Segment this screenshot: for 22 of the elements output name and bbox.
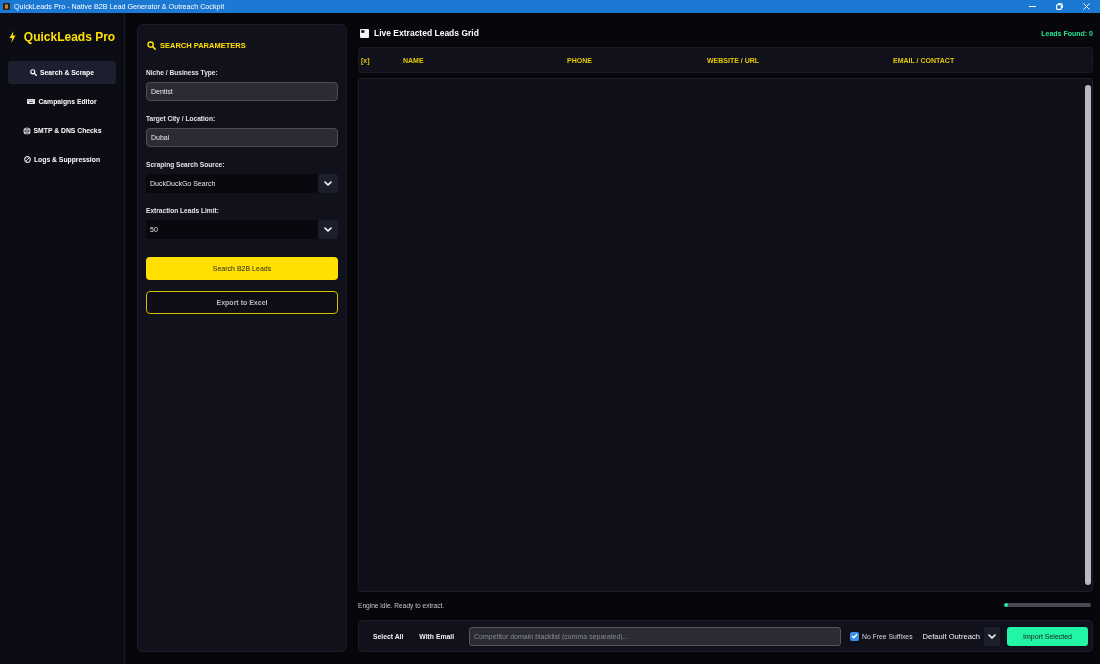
chevron-down-icon xyxy=(987,633,996,639)
lightning-icon xyxy=(8,31,16,43)
minimize-icon xyxy=(1029,6,1036,7)
card-index-icon xyxy=(360,28,369,38)
prohibited-icon xyxy=(23,156,31,163)
app-icon xyxy=(3,3,10,10)
search-icon xyxy=(30,69,37,76)
checkbox[interactable] xyxy=(850,631,860,641)
close-icon xyxy=(1083,3,1090,10)
scrollbar[interactable] xyxy=(1085,85,1091,585)
globe-icon xyxy=(22,126,31,135)
dropdown-button[interactable] xyxy=(318,174,338,193)
chevron-down-icon xyxy=(324,227,332,232)
keyboard-icon xyxy=(27,99,36,104)
search-icon xyxy=(147,40,156,50)
grid-title: Live Extracted Leads Grid xyxy=(374,28,479,38)
chevron-down-icon xyxy=(324,181,332,186)
dropdown-button[interactable] xyxy=(318,220,338,239)
app-logo-text: QuickLeads Pro xyxy=(23,30,116,44)
restore-icon xyxy=(1056,3,1063,10)
checkmark-icon xyxy=(851,633,859,639)
dropdown-button[interactable] xyxy=(983,626,1000,646)
